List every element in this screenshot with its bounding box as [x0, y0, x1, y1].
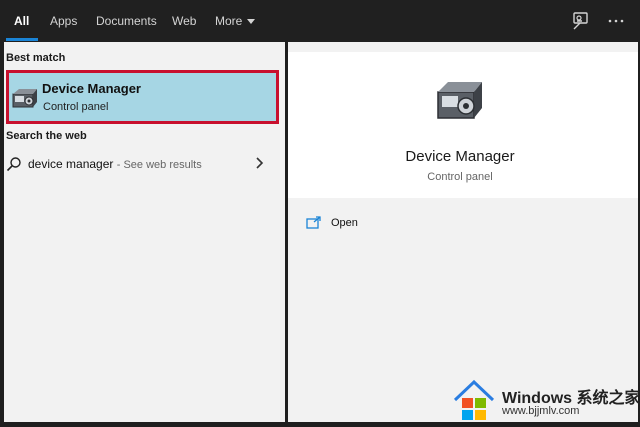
detail-pane: Device Manager Control panel Open	[288, 42, 638, 422]
active-tab-indicator	[6, 38, 38, 41]
chevron-right-icon[interactable]	[254, 156, 264, 170]
best-match-heading: Best match	[6, 52, 66, 64]
detail-header: Device Manager Control panel	[288, 52, 638, 198]
best-match-device-manager[interactable]: Device Manager Control panel	[6, 70, 279, 124]
best-match-subtitle: Control panel	[43, 101, 109, 113]
tab-web[interactable]: Web	[172, 0, 196, 42]
feedback-icon[interactable]	[570, 11, 590, 31]
web-result-query: device manager	[28, 157, 114, 171]
ellipsis-icon[interactable]	[606, 11, 626, 31]
tab-more[interactable]: More	[215, 0, 256, 42]
device-manager-icon	[12, 89, 37, 108]
watermark: Windows 系统之家 www.bjjmlv.com	[452, 376, 640, 422]
best-match-title: Device Manager	[42, 81, 141, 96]
device-manager-large-icon	[437, 82, 482, 119]
chevron-down-icon	[247, 19, 256, 24]
search-tab-bar: All Apps Documents Web More	[0, 0, 640, 42]
tab-all[interactable]: All	[14, 0, 29, 42]
tab-more-label: More	[215, 14, 243, 28]
watermark-url: www.bjjmlv.com	[502, 405, 580, 417]
results-list: Best match Device Manager Control panel …	[4, 42, 285, 422]
web-search-result[interactable]: device manager - See web results	[4, 150, 281, 178]
open-action-label: Open	[331, 217, 358, 229]
tab-apps[interactable]: Apps	[50, 0, 77, 42]
search-web-heading: Search the web	[6, 130, 87, 142]
web-result-text: device manager - See web results	[28, 157, 202, 171]
open-icon	[306, 216, 321, 229]
windows-logo-icon	[453, 379, 495, 420]
web-result-hint: - See web results	[116, 159, 202, 171]
tab-documents[interactable]: Documents	[96, 0, 157, 42]
search-icon	[6, 157, 21, 172]
detail-title: Device Manager	[405, 148, 515, 165]
detail-subtitle: Control panel	[427, 171, 493, 183]
